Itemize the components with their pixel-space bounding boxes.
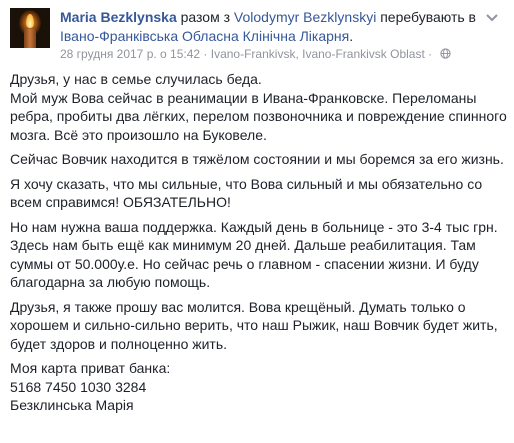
author-name[interactable]: Maria Bezklynska [60, 9, 177, 25]
post-paragraph: Но нам нужна ваша поддержка. Каждый день… [10, 218, 498, 291]
card-holder: Безклинська Марія [10, 397, 134, 413]
candle [24, 29, 36, 48]
header-period: . [349, 28, 354, 44]
tagged-user[interactable]: Volodymyr Bezklynskyi [234, 9, 376, 25]
post-timestamp[interactable]: 28 грудня 2017 р. о 15:42 [60, 47, 200, 61]
card-number: 5168 7450 1030 3284 [10, 378, 147, 395]
candle-flame [26, 14, 34, 28]
header-status: перебувають в [376, 9, 476, 25]
post-meta: 28 грудня 2017 р. о 15:42 · Ivano-Franki… [60, 47, 500, 61]
avatar[interactable] [10, 8, 50, 48]
chevron-down-icon[interactable] [484, 12, 500, 24]
post-place[interactable]: Ivano-Frankivsk, Ivano-Frankivsk Oblast [211, 47, 425, 61]
post-paragraph: Я хочу сказать, что мы сильные, что Вова… [10, 175, 483, 211]
post-paragraph: Друзья, я также прошу вас молится. Вова … [10, 298, 498, 352]
meta-separator: · [424, 47, 436, 61]
globe-icon[interactable] [439, 48, 451, 59]
post-paragraph: Друзья, у нас в семье случилась беда. Мо… [10, 71, 507, 143]
post-paragraph: Сейчас Вовчик находится в тяжёлом состоя… [10, 151, 504, 167]
post-body: Друзья, у нас в семье случилась беда. Мо… [10, 70, 510, 415]
bank-label: Моя карта приват банка: [10, 360, 171, 376]
location-link[interactable]: Івано-Франківська Обласна Клінічна Лікар… [60, 28, 349, 44]
header-joiner: разом з [176, 9, 234, 25]
meta-separator: · [200, 47, 211, 61]
facebook-post: Maria Bezklynska разом з Volodymyr Bezkl… [0, 0, 514, 443]
post-header: Maria Bezklynska разом з Volodymyr Bezkl… [60, 8, 480, 46]
